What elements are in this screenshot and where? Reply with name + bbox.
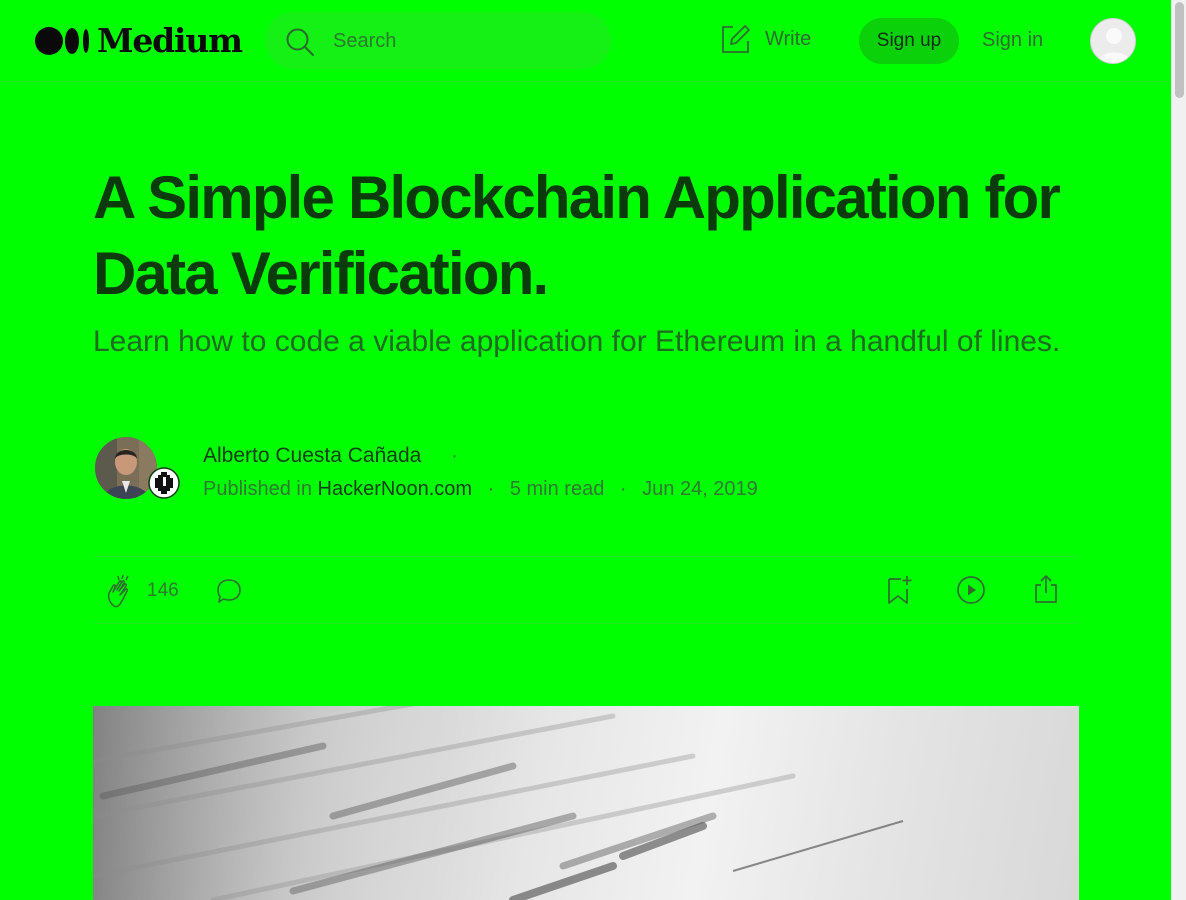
hero-image bbox=[93, 706, 1079, 900]
search-icon bbox=[286, 28, 314, 56]
clap-count: 146 bbox=[147, 580, 179, 601]
share-icon bbox=[1035, 575, 1057, 603]
listen-button[interactable] bbox=[956, 575, 986, 605]
bookmark-icon bbox=[888, 576, 912, 604]
comment-button[interactable] bbox=[215, 577, 243, 605]
search-box[interactable] bbox=[265, 12, 611, 69]
article-subtitle: Learn how to code a viable application f… bbox=[93, 325, 1061, 358]
vertical-scrollbar[interactable] bbox=[1171, 0, 1186, 900]
scrollbar-thumb[interactable] bbox=[1175, 2, 1184, 98]
play-icon bbox=[957, 576, 985, 604]
article-meta: Published in HackerNoon.com · 5 min read… bbox=[203, 478, 758, 501]
write-label: Write bbox=[765, 28, 812, 50]
share-button[interactable] bbox=[1032, 573, 1060, 605]
user-avatar[interactable] bbox=[1090, 18, 1136, 64]
write-icon bbox=[722, 25, 750, 53]
publication-link[interactable]: HackerNoon.com bbox=[318, 478, 473, 500]
write-button[interactable]: Write bbox=[720, 24, 811, 55]
clap-icon bbox=[107, 574, 129, 608]
publication-badge-icon[interactable] bbox=[148, 466, 180, 500]
article-action-bar: 146 bbox=[93, 556, 1079, 624]
clap-button[interactable]: 146 bbox=[105, 573, 179, 609]
sign-in-link[interactable]: Sign in bbox=[982, 29, 1043, 52]
article-title: A Simple Blockchain Application for Data… bbox=[93, 164, 1061, 307]
user-silhouette-icon bbox=[1091, 19, 1135, 63]
page: Medium Write Sign up Sign in bbox=[0, 0, 1171, 900]
publish-date: Jun 24, 2019 bbox=[642, 478, 758, 500]
bookmark-button[interactable] bbox=[885, 574, 913, 606]
read-time: 5 min read bbox=[509, 478, 605, 500]
author-name[interactable]: Alberto Cuesta Cañada bbox=[203, 444, 421, 468]
document-photo-icon bbox=[93, 706, 1079, 900]
medium-logo[interactable]: Medium bbox=[35, 21, 243, 60]
medium-logo-mark-icon bbox=[35, 27, 89, 55]
brand-name: Medium bbox=[97, 21, 243, 60]
comment-icon bbox=[217, 579, 241, 603]
search-input[interactable] bbox=[333, 29, 593, 53]
separator-dot: · bbox=[619, 478, 627, 500]
published-in-label: Published in bbox=[203, 478, 312, 500]
separator-dot: · bbox=[487, 478, 495, 500]
top-navigation: Medium Write Sign up Sign in bbox=[0, 0, 1171, 82]
separator-dot: · bbox=[451, 444, 458, 467]
sign-up-button[interactable]: Sign up bbox=[859, 18, 959, 64]
